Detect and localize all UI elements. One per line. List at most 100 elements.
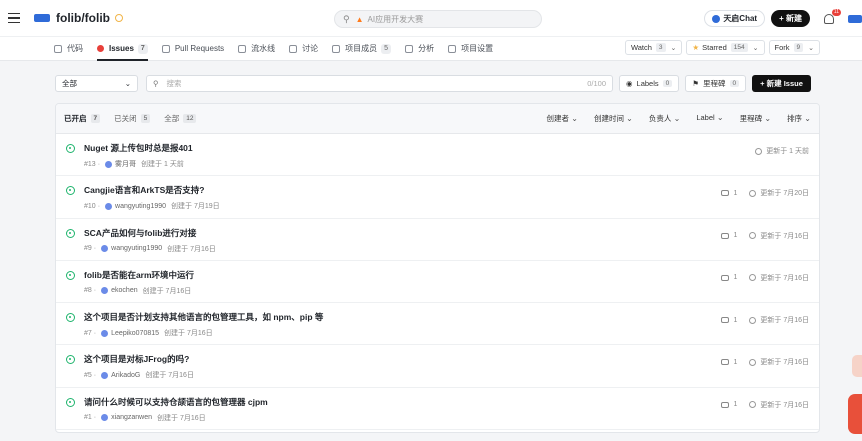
issue-right-meta: 1 更新于 7月16日 [721, 273, 809, 283]
new-button[interactable]: + 新建 [771, 10, 810, 27]
issue-updated: 更新于 7月16日 [760, 401, 809, 409]
clock-icon [749, 401, 757, 409]
chevron-down-icon: ⌄ [752, 44, 759, 52]
issue-number: #5 [84, 371, 92, 379]
issue-title[interactable]: Nuget 源上传包时总是报401 [84, 142, 193, 154]
issue-author[interactable]: wangyuting1990 [111, 245, 162, 252]
issue-author[interactable]: wangyuting1990 [115, 203, 166, 210]
comment-count[interactable]: 1 [721, 274, 737, 281]
issue-number: #10 [84, 202, 96, 210]
tab-code[interactable]: 代码 [54, 36, 83, 61]
global-search-input[interactable]: ⚲ ▲ AI应用开发大赛 [334, 10, 542, 28]
dot-separator: · [97, 202, 101, 210]
issue-row[interactable]: SCA产品如何与folib进行对接 #9 · wangyuting1990 创建于 7月… [56, 219, 819, 261]
dot-separator: · [93, 371, 97, 379]
star-button[interactable]: ★ Starred 154 ⌄ [686, 40, 765, 55]
comment-count[interactable]: 1 [721, 190, 737, 197]
issue-title[interactable]: 请问什么时候可以支持仓颉语言的包管理器 cjpm [84, 396, 268, 408]
milestones-button[interactable]: ⚑ 里程碑 0 [685, 75, 747, 92]
sort-dropdown[interactable]: 排序 [787, 113, 811, 124]
clock-icon [755, 147, 763, 155]
chat-button[interactable]: 天启Chat [704, 10, 766, 27]
fork-button[interactable]: Fork 9 ⌄ [768, 40, 820, 55]
issue-right-meta: 1 更新于 7月16日 [721, 231, 809, 241]
dot-separator: · [93, 287, 97, 295]
issue-row[interactable]: 这个项目是否计划支持其他语言的包管理工具，如 npm、pip 等 #7 · Leepi… [56, 303, 819, 346]
issue-number: #13 [84, 160, 96, 168]
comment-count[interactable]: 1 [721, 359, 737, 366]
clock-icon [749, 189, 757, 197]
issue-row[interactable]: Cangjie语言和ArkTS是否支持? #10 · wangyuting1990 创建… [56, 176, 819, 219]
flag-icon: ⚑ [692, 79, 700, 88]
bell-icon[interactable]: 11 [824, 8, 841, 24]
issue-title[interactable]: 这个项目是否计划支持其他语言的包管理工具，如 npm、pip 等 [84, 311, 323, 323]
comment-icon [721, 401, 730, 408]
tab-analytics[interactable]: 分析 [405, 36, 434, 61]
issue-row[interactable]: Nuget 源上传包时总是报401 #13 · 雾月哥 创建于 1 天前 更新于 1 天前 [56, 134, 819, 177]
issue-row[interactable]: 这个项目是对标JFrog的吗? #5 · ArikadoG 创建于 7月16日 1 更新于 … [56, 345, 819, 388]
user-avatar[interactable] [848, 14, 862, 23]
comment-icon [721, 359, 730, 366]
issue-updated: 更新于 1 天前 [766, 148, 809, 155]
filter-assignee[interactable]: 负责人 [649, 113, 680, 124]
issue-author[interactable]: Leepiko070815 [111, 330, 159, 337]
issue-title[interactable]: folib是否能在arm环境中运行 [84, 269, 194, 281]
search-icon: ⚲ [153, 79, 159, 88]
comment-count[interactable]: 1 [721, 401, 737, 408]
floating-helper-icon[interactable] [852, 355, 862, 377]
issue-search-input[interactable]: ⚲ 搜索 0/100 [146, 75, 613, 92]
issue-meta: #7 · Leepiko070815 创建于 7月16日 [84, 328, 213, 338]
issue-created: 创建于 7月16日 [164, 330, 213, 338]
search-icon: ⚲ [343, 13, 350, 24]
issue-meta: #5 · ArikadoG 创建于 7月16日 [84, 370, 194, 380]
issue-author[interactable]: ArikadoG [111, 372, 140, 379]
new-issue-button[interactable]: + 新建 Issue [752, 75, 811, 92]
dot-separator: · [93, 329, 97, 337]
tab-discussion[interactable]: 讨论 [289, 36, 318, 61]
open-issue-icon [66, 186, 75, 196]
labels-button[interactable]: ◉ Labels 0 [619, 75, 680, 92]
issue-author[interactable]: xiangzanwen [111, 414, 152, 421]
tab-closed[interactable]: 已关闭 5 [114, 113, 151, 124]
issue-scope-select[interactable]: 全部 ⌄ [55, 75, 138, 92]
comment-count[interactable]: 1 [721, 232, 737, 239]
clock-icon [749, 316, 757, 324]
filter-created[interactable]: 创建时间 [594, 113, 633, 124]
issue-icon [97, 45, 104, 52]
filter-author[interactable]: 创建者 [547, 113, 578, 124]
issue-title[interactable]: SCA产品如何与folib进行对接 [84, 227, 196, 239]
filter-milestone[interactable]: 里程碑 [740, 113, 771, 124]
tab-open[interactable]: 已开启 7 [64, 113, 101, 124]
issue-row[interactable]: folib是否能在arm环境中运行 #8 · ekochen 创建于 7月16日 1 更新于… [56, 261, 819, 304]
avatar [101, 371, 109, 379]
chevron-down-icon: ⌄ [124, 79, 131, 88]
filter-label[interactable]: Label [696, 113, 723, 124]
tab-all[interactable]: 全部 12 [164, 113, 197, 124]
issue-title[interactable]: Cangjie语言和ArkTS是否支持? [84, 184, 204, 196]
watch-button[interactable]: Watch 3 ⌄ [624, 40, 683, 55]
site-logo[interactable] [34, 14, 50, 22]
issue-created: 创建于 7月16日 [142, 287, 192, 295]
issue-author[interactable]: 雾月哥 [115, 159, 136, 169]
tab-members[interactable]: 项目成员 5 [332, 36, 392, 61]
floating-assistant-icon[interactable] [848, 394, 862, 434]
repo-settings-icon[interactable] [114, 14, 123, 22]
issue-created: 创建于 7月16日 [145, 372, 194, 380]
comment-count[interactable]: 1 [721, 317, 737, 324]
issue-right-meta: 1 更新于 7月16日 [721, 400, 809, 410]
issue-right-meta: 1 更新于 7月16日 [721, 315, 809, 325]
tab-pipeline[interactable]: 流水线 [238, 36, 275, 61]
issue-number: #7 [84, 329, 92, 337]
issue-author[interactable]: ekochen [111, 287, 137, 294]
open-issue-icon [66, 397, 75, 407]
issue-row[interactable]: 请问什么时候可以支持仓颉语言的包管理器 cjpm #1 · xiangzanwen 创建… [56, 388, 819, 431]
tab-pull-requests[interactable]: Pull Requests [161, 36, 224, 61]
repo-title[interactable]: folib/folib [56, 11, 110, 25]
issue-title[interactable]: 这个项目是对标JFrog的吗? [84, 353, 189, 365]
open-issue-icon [66, 355, 75, 365]
issue-created: 创建于 7月16日 [157, 414, 206, 422]
tab-issues[interactable]: Issues 7 [97, 36, 148, 61]
menu-icon[interactable] [8, 12, 20, 24]
tab-settings[interactable]: 项目设置 [448, 36, 493, 61]
dot-separator: · [93, 245, 97, 253]
